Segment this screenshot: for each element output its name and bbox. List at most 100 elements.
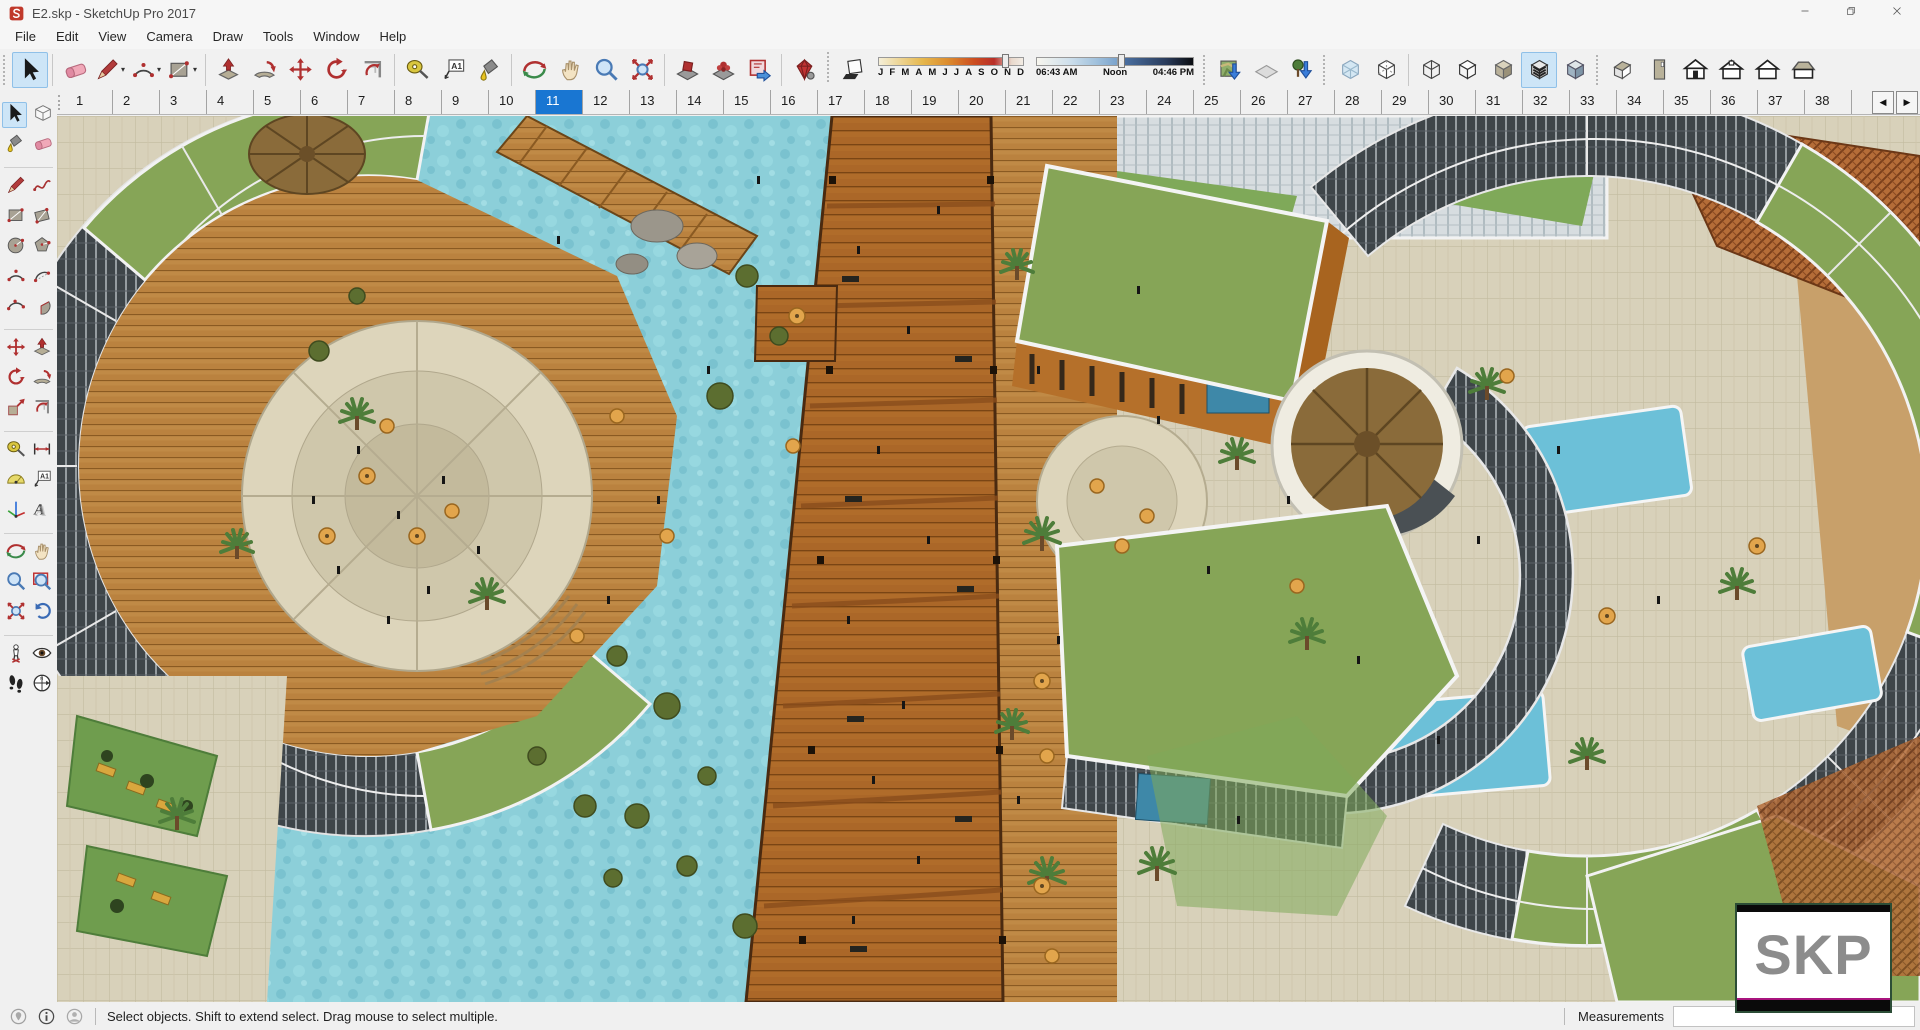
dimension-tool-button[interactable] [30,438,53,464]
move-tool-button[interactable] [4,336,27,362]
back-edges-button[interactable] [1368,52,1404,88]
view-left-button[interactable] [1785,52,1821,88]
line-button[interactable]: ▾ [93,52,129,88]
move-button[interactable] [282,52,318,88]
shadow-time-slider[interactable]: 06:43 AM Noon 04:46 PM [1036,53,1194,78]
scene-tab-23[interactable]: 23 [1100,90,1147,114]
zoom-window-tool-button[interactable] [30,570,53,596]
arc-tool-button[interactable] [4,264,27,290]
tape-tool-button[interactable] [4,438,27,464]
zoom-button[interactable] [588,52,624,88]
scene-tab-25[interactable]: 25 [1194,90,1241,114]
minimize-button[interactable] [1782,0,1828,26]
scene-tab-3[interactable]: 3 [160,90,207,114]
select-tool-button[interactable] [2,102,27,128]
view-iso-button[interactable] [1605,52,1641,88]
toolbar-grip[interactable] [827,51,832,82]
scene-tab-13[interactable]: 13 [630,90,677,114]
scene-tab-15[interactable]: 15 [724,90,771,114]
scene-tab-14[interactable]: 14 [677,90,724,114]
follow-me-button[interactable] [246,52,282,88]
toolbar-grip[interactable] [3,54,8,85]
rotate-button[interactable] [318,52,354,88]
scene-tab-5[interactable]: 5 [254,90,301,114]
scene-tab-27[interactable]: 27 [1288,90,1335,114]
scene-tab-20[interactable]: 20 [959,90,1006,114]
offset-tool-button[interactable] [30,396,53,422]
scene-tab-18[interactable]: 18 [865,90,912,114]
plugin-flower-button[interactable] [705,52,741,88]
plugin-export-button[interactable] [741,52,777,88]
info-button[interactable] [37,1007,56,1026]
scene-tab-31[interactable]: 31 [1476,90,1523,114]
arc-button[interactable]: ▾ [129,52,165,88]
scene-tab-10[interactable]: 10 [489,90,536,114]
protractor-tool-button[interactable] [4,468,27,494]
rectangle-tool-button[interactable] [4,204,27,230]
menu-draw[interactable]: Draw [203,26,253,49]
toolbar-grip[interactable] [1596,54,1601,85]
arc3-tool-button[interactable] [4,294,27,320]
scene-tab-35[interactable]: 35 [1664,90,1711,114]
position-camera-tool-button[interactable] [4,642,27,668]
menu-window[interactable]: Window [303,26,369,49]
shadow-toggle-button[interactable] [836,52,872,88]
orbit-button[interactable] [516,52,552,88]
close-button[interactable] [1874,0,1920,26]
zoom-tool-button[interactable] [4,570,27,596]
scene-tab-33[interactable]: 33 [1570,90,1617,114]
scene-tab-9[interactable]: 9 [442,90,489,114]
scene-tab-37[interactable]: 37 [1758,90,1805,114]
shadow-time-strip-pm[interactable] [1124,56,1194,66]
paint-bucket-button[interactable] [471,52,507,88]
scene-tab-26[interactable]: 26 [1241,90,1288,114]
shadow-time-strip-am[interactable] [1036,56,1119,66]
look-around-tool-button[interactable] [30,642,53,668]
tape-measure-button[interactable] [399,52,435,88]
eraser-tool-button[interactable] [30,132,55,158]
scene-tab-12[interactable]: 12 [583,90,630,114]
scene-tab-8[interactable]: 8 [395,90,442,114]
shaded-with-textures-button[interactable] [1521,51,1557,88]
walk-tool-button[interactable] [4,672,27,698]
add-building-button[interactable] [1284,52,1320,88]
rotated-rectangle-tool-button[interactable] [30,204,53,230]
zoom-extents-button[interactable] [624,52,660,88]
pie-tool-button[interactable] [30,294,53,320]
circle-tool-button[interactable] [4,234,27,260]
arc2-tool-button[interactable] [30,264,53,290]
eraser-button[interactable] [57,52,93,88]
orbit-tool-button[interactable] [4,540,27,566]
model-viewport[interactable] [57,116,1920,1002]
dropdown-arrow-icon[interactable]: ▾ [193,65,200,74]
tabs-scroll-left-button[interactable]: ◀ [1872,91,1894,114]
tabs-grip[interactable] [58,95,64,110]
polygon-tool-button[interactable] [30,234,53,260]
text-tool-button[interactable]: A1 [30,468,53,494]
scale-tool-button[interactable] [4,396,27,422]
scene-tab-6[interactable]: 6 [301,90,348,114]
scene-tab-34[interactable]: 34 [1617,90,1664,114]
toolbar-grip[interactable] [1323,54,1328,85]
offset-button[interactable] [354,52,390,88]
restore-button[interactable] [1828,0,1874,26]
menu-help[interactable]: Help [370,26,417,49]
freehand-tool-button[interactable] [30,174,53,200]
scene-tab-28[interactable]: 28 [1335,90,1382,114]
shaded-button[interactable] [1485,52,1521,88]
scene-tab-17[interactable]: 17 [818,90,865,114]
geolocation-button[interactable] [9,1007,28,1026]
pushpull-tool-button[interactable] [30,336,53,362]
followme-tool-button[interactable] [30,366,53,392]
menu-tools[interactable]: Tools [253,26,303,49]
text3d-tool-button[interactable]: AA [30,498,53,524]
text-button[interactable]: A1 [435,52,471,88]
paint-tool-button[interactable] [2,132,27,158]
plugin-box-button[interactable] [669,52,705,88]
scene-tab-16[interactable]: 16 [771,90,818,114]
scene-tab-32[interactable]: 32 [1523,90,1570,114]
scene-tab-11[interactable]: 11 [536,90,583,114]
menu-file[interactable]: File [5,26,46,49]
plugin-gem-button[interactable] [786,52,822,88]
dropdown-arrow-icon[interactable]: ▾ [121,65,128,74]
